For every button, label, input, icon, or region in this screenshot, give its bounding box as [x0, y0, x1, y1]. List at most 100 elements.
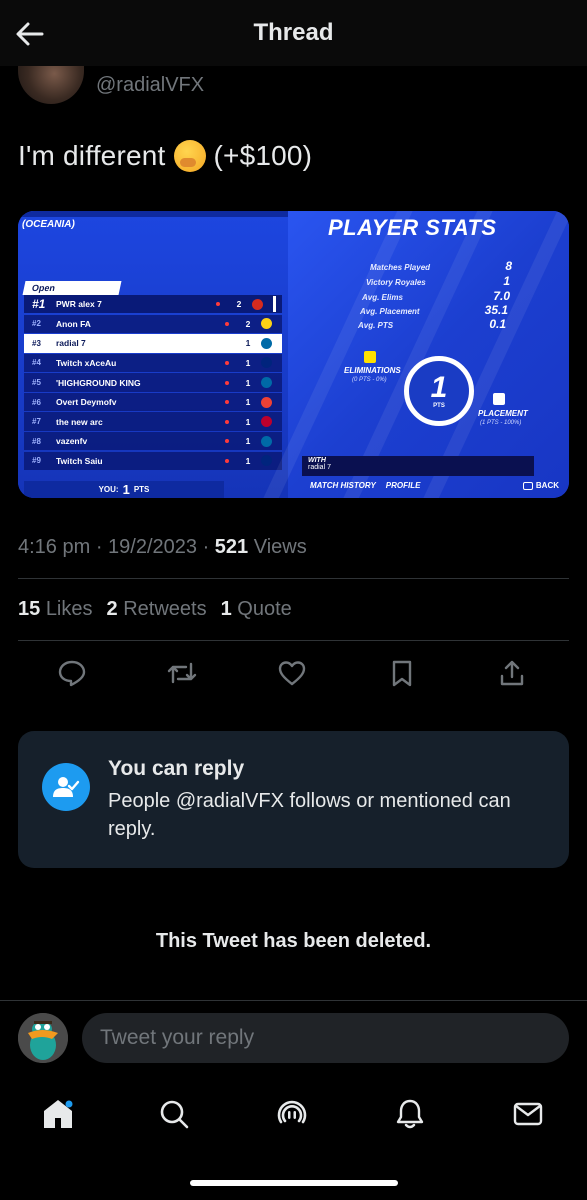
tweet-text: I'm different (+$100): [18, 140, 312, 172]
status-dot: [225, 321, 229, 326]
engagement-stats: 15 Likes 2 Retweets 1 Quote: [18, 598, 292, 621]
player-points: 1: [245, 436, 251, 447]
total-points: 1: [430, 371, 448, 404]
placement-icon: [493, 393, 505, 405]
leaderboard-panel: (OCEANIA) Open #1 PWR alex 7 2 #2 Anon FA 2 #3…: [18, 211, 288, 498]
open-tab: Open: [22, 281, 122, 295]
country-flag-icon: [261, 435, 272, 447]
tab-search[interactable]: [154, 1094, 194, 1134]
placement-label: PLACEMENT: [478, 409, 528, 418]
likes-label: Likes: [45, 598, 93, 620]
eliminations-sub: (0 PTS - 0%): [352, 377, 387, 383]
player-name: 'HIGHGROUND KING: [56, 377, 141, 388]
back-label: BACK: [535, 481, 559, 490]
rank: #5: [32, 378, 41, 387]
retweets-stat[interactable]: 2 Retweets: [107, 598, 207, 621]
stat-label: Avg. PTS: [358, 321, 394, 330]
country-flag-icon: [252, 298, 263, 310]
tab-home[interactable]: [38, 1094, 78, 1134]
match-history-link: MATCH HISTORY: [310, 481, 376, 490]
leaderboard-row: #6 Overt Deymofv 1: [24, 392, 282, 412]
share-button[interactable]: [494, 655, 530, 691]
game-back: BACK: [522, 481, 559, 490]
player-stats-panel: PLAYER STATS Matches Played 8 Victory Ro…: [239, 211, 569, 498]
country-flag-icon: [261, 455, 272, 467]
like-button[interactable]: [274, 655, 310, 691]
leaderboard: #1 PWR alex 7 2 #2 Anon FA 2 #3 radial 7 1 #4 Twit…: [24, 295, 282, 471]
reply-card-body: People @radialVFX follows or mentioned c…: [108, 790, 511, 840]
reply-input[interactable]: [82, 1013, 569, 1063]
country-flag-icon: [261, 396, 272, 408]
top-nav-bar: Thread: [0, 0, 587, 66]
player-name: Twitch Saiu: [56, 455, 103, 466]
back-button[interactable]: [14, 18, 46, 50]
player-name: Anon FA: [56, 318, 91, 329]
tab-notifications[interactable]: [390, 1094, 430, 1134]
tab-messages[interactable]: [508, 1094, 548, 1134]
views-count[interactable]: 521: [215, 536, 248, 558]
status-dot: [225, 419, 229, 424]
player-name: radial 7: [56, 338, 86, 349]
player-points: 1: [245, 377, 251, 388]
leaderboard-row: #8 vazenfv 1: [24, 432, 282, 451]
leaderboard-row: #9 Twitch Saiu 1: [24, 451, 282, 471]
country-flag-icon: [261, 337, 272, 349]
eliminations-icon: [364, 351, 376, 363]
retweets-count: 2: [106, 598, 118, 620]
decorative-stripe: [319, 211, 511, 498]
tweet-media-image[interactable]: (OCEANIA) Open #1 PWR alex 7 2 #2 Anon FA 2 #3…: [18, 211, 569, 498]
title-strip: [18, 211, 288, 217]
views-label: Views: [248, 536, 307, 558]
status-dot: [225, 360, 229, 365]
back-key-icon: [522, 481, 533, 490]
status-dot: [225, 341, 229, 345]
country-flag-icon: [261, 377, 272, 388]
player-name: Twitch xAceAu: [56, 357, 117, 368]
reply-restriction-card: You can reply People @radialVFX follows …: [18, 731, 569, 868]
with-label: WITH: [308, 457, 326, 464]
region-label: (OCEANIA): [22, 219, 75, 230]
status-dot: [225, 458, 229, 463]
rank: #3: [32, 338, 41, 348]
tab-spaces[interactable]: [272, 1094, 312, 1134]
rank: #7: [32, 417, 41, 427]
bell-icon: [396, 1099, 424, 1129]
tweet-text-part: (+$100): [213, 140, 313, 171]
teammate-box: WITH radial 7: [302, 456, 534, 476]
player-points: 1: [245, 397, 251, 408]
country-flag-icon: [261, 318, 272, 330]
player-name: Overt Deymofv: [56, 397, 117, 408]
stat-label: Avg. Elims: [362, 293, 403, 302]
home-indicator[interactable]: [190, 1180, 398, 1186]
country-flag-icon: [261, 357, 272, 369]
likes-stat[interactable]: 15 Likes: [18, 598, 93, 621]
reply-button[interactable]: [54, 655, 90, 691]
pts-unit: PTS: [133, 485, 150, 494]
stat-value: 35.1: [484, 303, 508, 317]
user-avatar[interactable]: [18, 1013, 68, 1063]
leaderboard-row: #7 the new arc 1: [24, 412, 282, 431]
author-handle[interactable]: @radialVFX: [96, 74, 204, 97]
tweet-author[interactable]: @radialVFX: [18, 66, 204, 104]
stat-label: Avg. Placement: [360, 307, 420, 316]
player-name: the new arc: [56, 416, 103, 427]
placement-sub: (1 PTS - 100%): [480, 420, 522, 426]
profile-link: PROFILE: [385, 481, 421, 490]
rank: #6: [32, 397, 41, 407]
bookmark-button[interactable]: [384, 655, 420, 691]
author-avatar[interactable]: [18, 66, 84, 104]
retweet-button[interactable]: [164, 655, 200, 691]
country-flag-icon: [261, 416, 272, 428]
quotes-stat[interactable]: 1 Quote: [221, 598, 292, 621]
stat-value: 7.0: [493, 289, 510, 303]
pts-unit: PTS: [433, 403, 445, 409]
leaderboard-row: #5 'HIGHGROUND KING 1: [24, 373, 282, 392]
player-points: 1: [245, 357, 251, 368]
tweet-actions: [0, 655, 587, 695]
search-icon: [160, 1100, 189, 1129]
divider: [18, 578, 569, 579]
reply-card-title: You can reply: [108, 757, 245, 780]
player-name: vazenfv: [56, 436, 88, 447]
player-points: 1: [245, 338, 251, 349]
player-stats-title: PLAYER STATS: [328, 215, 497, 240]
